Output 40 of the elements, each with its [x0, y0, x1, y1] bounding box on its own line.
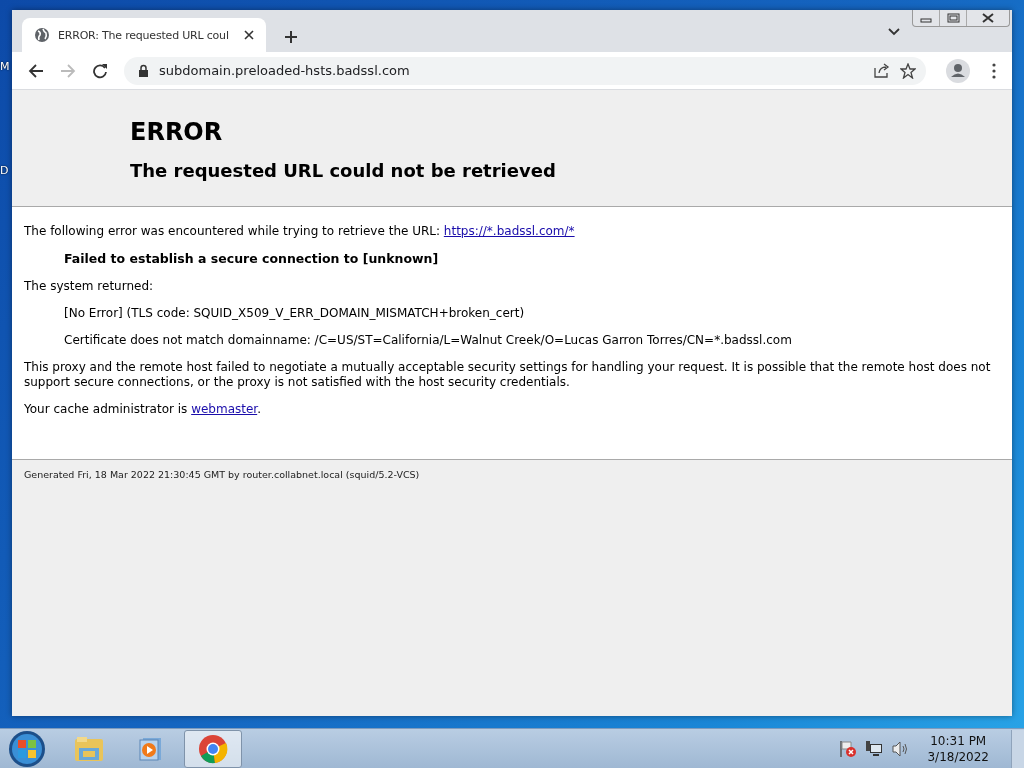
- error-explanation: This proxy and the remote host failed to negotiate a mutually acceptable security settings for handling your request. It is possible that the remote host does not support secure connections, or the proxy is not satisfied with the host security credentials.: [24, 360, 992, 390]
- admin-text: Your cache administrator is webmaster.: [24, 402, 262, 417]
- error-heading: ERROR: [130, 118, 224, 146]
- star-icon[interactable]: [900, 62, 916, 79]
- url-link[interactable]: https://*.badssl.com/*: [443, 224, 575, 238]
- footer-text: Generated Fri, 18 Mar 2022 21:30:45 GMT by router.collabnet.local (squid/5.2-VCS): [24, 469, 420, 480]
- browser-tab[interactable]: ERROR: The requested URL coul: [22, 18, 266, 52]
- start-button[interactable]: [8, 729, 46, 768]
- error-detail: [No Error] (TLS code: SQUID_X509_V_ERR_DOMAIN_MISMATCH+broken_cert): [63, 306, 526, 321]
- avatar-icon[interactable]: [946, 58, 970, 83]
- clock-time: 10:31 PM: [930, 732, 987, 749]
- clock[interactable]: 10:31 PM 3/18/2022: [927, 732, 989, 765]
- media-player-icon: [138, 735, 164, 762]
- webmaster-link[interactable]: webmaster: [191, 402, 258, 416]
- globe-icon: [34, 27, 50, 43]
- speaker-icon[interactable]: [891, 739, 910, 758]
- error-subheading: The requested URL could not be retrieved: [130, 160, 557, 181]
- new-tab-icon[interactable]: [284, 30, 298, 44]
- taskbar-app[interactable]: [184, 729, 242, 768]
- clock-date: 3/18/2022: [927, 748, 989, 765]
- menu-icon[interactable]: [992, 62, 996, 79]
- system-label: The system returned:: [24, 279, 155, 294]
- desktop-icon-label: D: [0, 164, 9, 177]
- back-icon[interactable]: [28, 62, 44, 79]
- close-icon[interactable]: [244, 30, 254, 40]
- desktop-icon-label: M: [0, 60, 10, 73]
- folder-icon: [74, 735, 104, 762]
- address-bar[interactable]: subdomain.preloaded-hsts.badssl.com: [124, 56, 926, 85]
- chevron-down-icon[interactable]: [888, 28, 900, 36]
- error-intro: The following error was encountered while trying to retrieve the URL: https://*.badssl.com/*: [24, 224, 576, 239]
- browser-app-icon: [198, 733, 228, 764]
- network-icon[interactable]: [865, 739, 884, 758]
- lock-icon: [138, 64, 149, 77]
- share-icon[interactable]: [874, 63, 890, 78]
- error-detail: Certificate does not match domainname: /C=US/ST=California/L=Walnut Creek/O=Lucas Garron Torres/CN=*.badssl.com: [63, 333, 793, 348]
- tab-title: ERROR: The requested URL coul: [58, 28, 230, 42]
- error-message: Failed to establish a secure connection to [unknown]: [64, 251, 439, 266]
- reload-icon[interactable]: [92, 62, 108, 79]
- url-text: subdomain.preloaded-hsts.badssl.com: [159, 63, 411, 78]
- flag-icon[interactable]: [839, 739, 858, 758]
